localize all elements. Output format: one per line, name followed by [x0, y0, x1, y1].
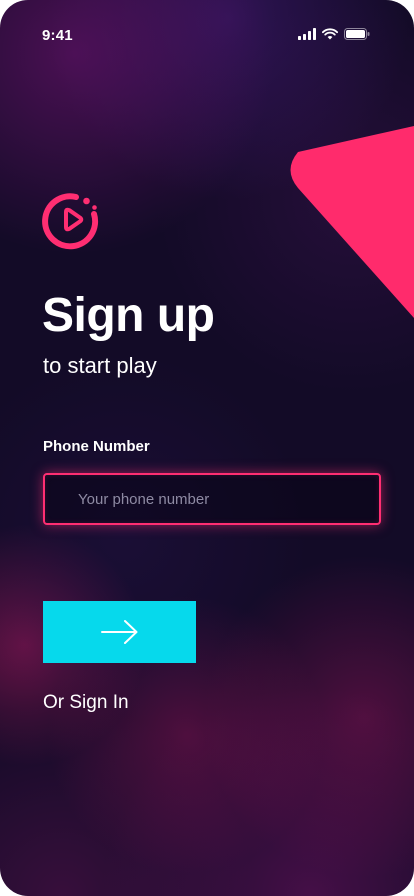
- sign-in-link[interactable]: Or Sign In: [43, 692, 129, 714]
- submit-arrow-button[interactable]: [43, 601, 196, 663]
- app-screen: 9:41 Sign up to start play Phone Number …: [0, 0, 414, 896]
- arrow-right-icon: [100, 620, 137, 644]
- page-title: Sign up: [42, 289, 215, 342]
- signal-icon: [298, 28, 316, 40]
- status-time: 9:41: [42, 27, 73, 44]
- status-icons: [298, 27, 370, 41]
- wifi-icon: [322, 28, 338, 40]
- phone-number-label: Phone Number: [43, 438, 150, 455]
- phone-number-input[interactable]: [43, 473, 381, 525]
- play-circle-icon: [42, 193, 99, 250]
- battery-icon: [344, 28, 370, 40]
- status-bar: 9:41: [0, 0, 414, 48]
- page-subtitle: to start play: [43, 353, 157, 378]
